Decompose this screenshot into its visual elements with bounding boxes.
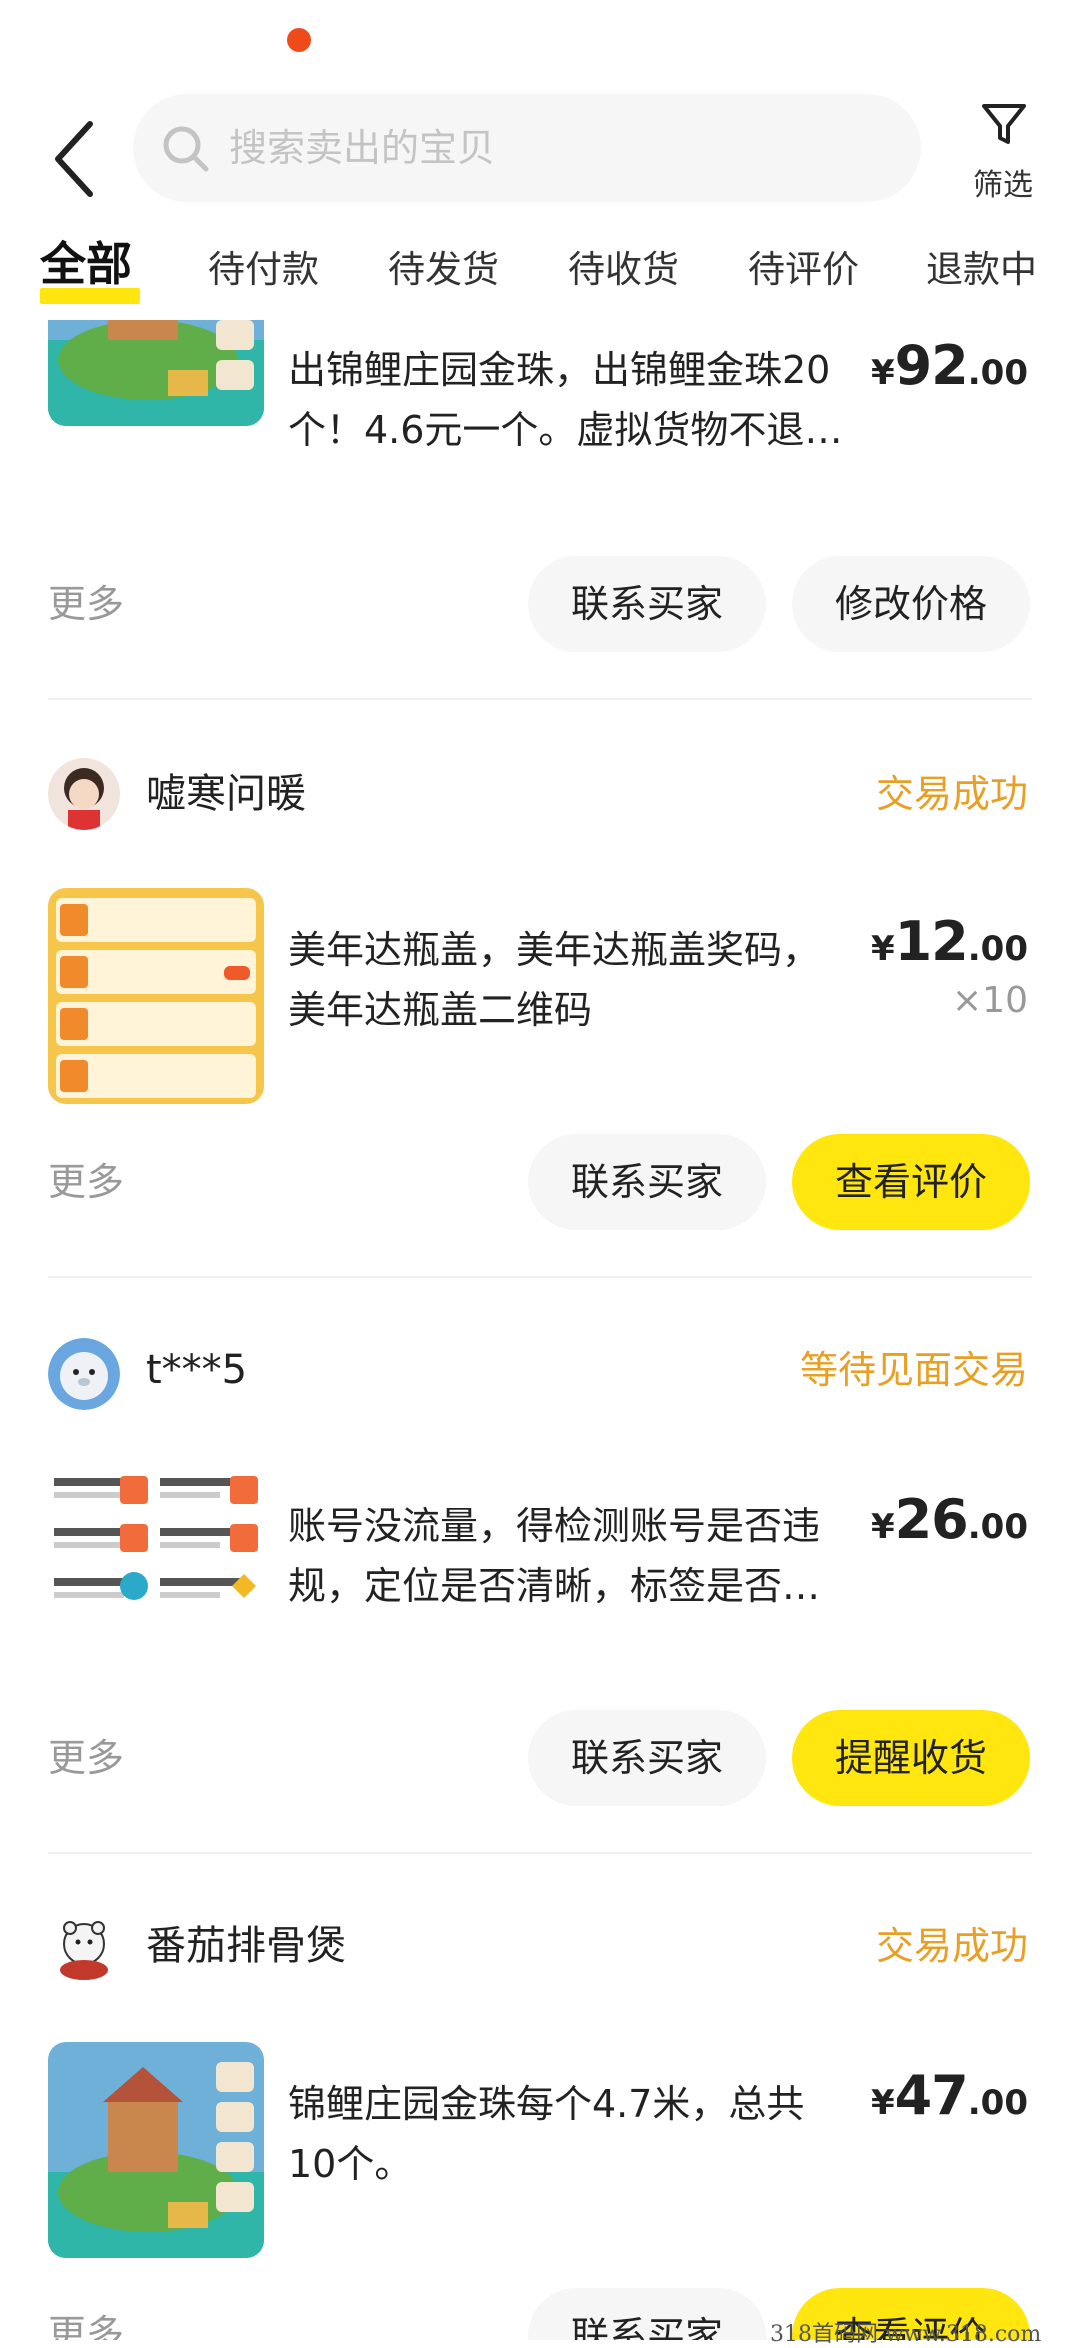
avatar[interactable] [48, 1914, 120, 1986]
contact-buyer-button[interactable]: 联系买家 [528, 556, 766, 652]
order-status: 交易成功 [875, 772, 1028, 816]
notification-icon [287, 28, 311, 52]
avatar-image [48, 1914, 120, 1986]
product-thumbnail[interactable] [48, 2042, 264, 2258]
order-price: ¥12.00 [870, 910, 1028, 973]
order-status: 等待见面交易 [799, 1348, 1028, 1392]
header: 搜索卖出的宝贝 筛选 [0, 86, 1080, 216]
more-link[interactable]: 更多 [48, 1154, 124, 1210]
more-link[interactable]: 更多 [48, 1730, 124, 1786]
product-title[interactable]: 出锦鲤庄园金珠，出锦鲤金珠20个！4.6元一个。虚拟货物不退不换 [288, 340, 848, 460]
back-button[interactable] [48, 116, 108, 202]
product-title[interactable]: 账号没流量，得检测账号是否违规，定位是否清晰，标签是否正确 [288, 1496, 848, 1616]
tab-pending-receipt[interactable]: 待收货 [568, 244, 679, 296]
order-price: ¥26.00 [870, 1488, 1028, 1551]
product-title[interactable]: 美年达瓶盖，美年达瓶盖奖码，美年达瓶盖二维码 [288, 920, 848, 1040]
buyer-name[interactable]: 嘘寒问暖 [146, 766, 306, 822]
product-thumbnail[interactable] [48, 320, 264, 426]
avatar[interactable] [48, 758, 120, 830]
product-image [48, 1468, 264, 1684]
tab-all[interactable]: 全部 [40, 238, 132, 290]
filter-button[interactable]: 筛选 [948, 94, 1058, 214]
avatar[interactable] [48, 1338, 120, 1410]
chevron-left-icon [55, 121, 93, 197]
order-status: 交易成功 [875, 1924, 1028, 1968]
filter-label: 筛选 [973, 168, 1033, 203]
tab-pending-shipment[interactable]: 待发货 [388, 244, 499, 296]
filter-icon [982, 104, 1026, 144]
divider [48, 1276, 1032, 1278]
buyer-name[interactable]: 番茄排骨煲 [146, 1918, 346, 1974]
more-link[interactable]: 更多 [48, 2306, 124, 2340]
tab-pending-payment[interactable]: 待付款 [208, 244, 319, 296]
order-price: ¥92.00 [870, 334, 1028, 397]
product-thumbnail[interactable] [48, 888, 264, 1104]
contact-buyer-button[interactable]: 联系买家 [528, 1710, 766, 1806]
tab-pending-review[interactable]: 待评价 [748, 244, 859, 296]
product-image [48, 888, 264, 1104]
avatar-image [48, 1338, 120, 1410]
avatar-image [48, 758, 120, 830]
order-price: ¥47.00 [870, 2064, 1028, 2127]
divider [48, 1852, 1032, 1854]
watermark: 318首码网 www.318.com [770, 2322, 1042, 2347]
tab-refunding[interactable]: 退款中 [926, 244, 1037, 296]
order-list: 出锦鲤庄园金珠，出锦鲤金珠20个！4.6元一个。虚拟货物不退不换 ¥92.00 … [0, 320, 1080, 2340]
contact-buyer-button[interactable]: 联系买家 [528, 1134, 766, 1230]
remind-receipt-button[interactable]: 提醒收货 [792, 1710, 1030, 1806]
view-review-button[interactable]: 查看评价 [792, 1134, 1030, 1230]
search-input[interactable]: 搜索卖出的宝贝 [133, 94, 921, 202]
modify-price-button[interactable]: 修改价格 [792, 556, 1030, 652]
search-placeholder: 搜索卖出的宝贝 [229, 126, 496, 170]
product-image [48, 2042, 264, 2258]
product-image [48, 320, 264, 426]
search-icon [163, 126, 209, 172]
contact-buyer-button[interactable]: 联系买家 [528, 2288, 766, 2340]
order-tabs: 全部 待付款 待发货 待收货 待评价 退款中 [0, 230, 1080, 320]
product-title[interactable]: 锦鲤庄园金珠每个4.7米，总共10个。 [288, 2074, 848, 2194]
more-link[interactable]: 更多 [48, 576, 124, 632]
product-thumbnail[interactable] [48, 1468, 264, 1684]
order-quantity: ×10 [952, 980, 1028, 1021]
buyer-name[interactable]: t***5 [146, 1342, 247, 1398]
divider [48, 698, 1032, 700]
